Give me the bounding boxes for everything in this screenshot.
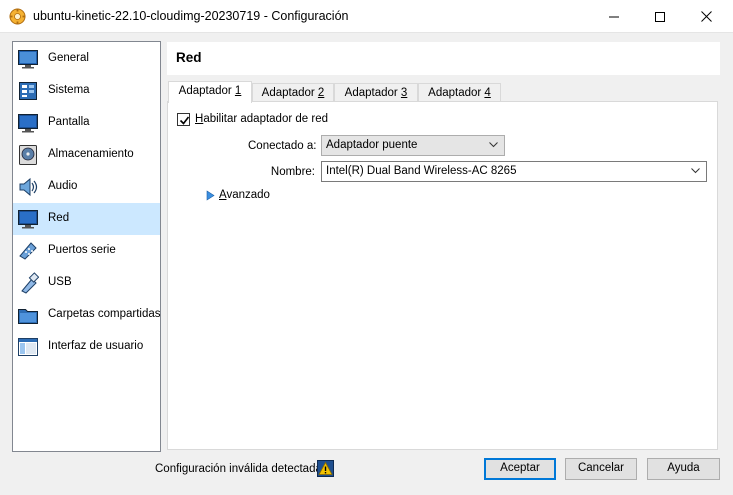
sidebar-item-user-interface[interactable]: Interfaz de usuario	[13, 331, 160, 363]
serial-ports-icon	[19, 242, 37, 260]
general-icon	[18, 50, 38, 69]
sidebar-item-label: Pantalla	[48, 116, 90, 128]
network-icon	[18, 210, 38, 229]
section-header: Red	[167, 42, 720, 75]
attached-to-label: Conectado a:	[248, 140, 317, 152]
maximize-button[interactable]	[637, 0, 683, 33]
window-title: ubuntu-kinetic-22.10-cloudimg-20230719 -…	[33, 9, 349, 23]
tab-accel: 3	[400, 87, 408, 99]
tab-accel: 4	[484, 87, 491, 99]
sidebar-item-label: Interfaz de usuario	[48, 340, 144, 352]
adapter-name-combo[interactable]: Intel(R) Dual Band Wireless-AC 8265	[321, 161, 707, 182]
help-button[interactable]: Ayuda	[647, 458, 720, 480]
name-label: Nombre:	[270, 166, 315, 178]
sidebar-item-label: Sistema	[48, 84, 90, 96]
cancel-button[interactable]: Cancelar	[565, 458, 637, 480]
tab-adapter-1[interactable]: Adaptador 1	[168, 81, 252, 103]
maximize-icon	[655, 11, 665, 22]
minimize-button[interactable]	[591, 0, 637, 33]
sidebar-item-system[interactable]: Sistema	[13, 75, 160, 107]
advanced-rest: vanzado	[226, 189, 270, 201]
sidebar-item-usb[interactable]: USB	[13, 267, 160, 299]
invalid-config-status: Configuración inválida detectada	[155, 463, 322, 475]
sidebar-item-shared-folders[interactable]: Carpetas compartidas	[13, 299, 161, 331]
advanced-toggle[interactable]: Avanzado	[219, 189, 270, 201]
tab-adapter-3[interactable]: Adaptador 3	[334, 83, 418, 103]
sidebar-item-label: USB	[48, 276, 72, 288]
sidebar-item-label: Carpetas compartidas	[48, 308, 161, 320]
adapter-name-value: Intel(R) Dual Band Wireless-AC 8265	[326, 165, 517, 177]
chevron-down-icon	[489, 142, 498, 148]
enable-adapter-label[interactable]: Habilitar adaptador de red	[195, 113, 328, 125]
checkmark-icon	[179, 116, 190, 125]
accept-button[interactable]: Aceptar	[484, 458, 556, 480]
enable-adapter-checkbox[interactable]	[177, 113, 190, 126]
usb-icon	[21, 272, 39, 294]
attached-to-combo[interactable]: Adaptador puente	[321, 135, 505, 156]
tab-label: Adaptador	[178, 85, 235, 97]
system-icon	[19, 82, 37, 100]
sidebar-item-label: Almacenamiento	[48, 148, 134, 160]
tab-accel: 2	[317, 87, 325, 99]
page-title: Red	[176, 50, 202, 65]
enable-rest: abilitar adaptador de red	[203, 113, 328, 125]
settings-sidebar: General Sistema Pantalla Almacenamiento	[12, 41, 161, 452]
expand-arrow-icon[interactable]	[206, 190, 215, 201]
audio-icon	[19, 177, 38, 197]
tab-adapter-2[interactable]: Adaptador 2	[252, 83, 334, 103]
sidebar-item-label: Audio	[48, 180, 78, 192]
sidebar-item-audio[interactable]: Audio	[13, 171, 160, 203]
sidebar-item-display[interactable]: Pantalla	[13, 107, 160, 139]
warning-icon[interactable]	[317, 460, 334, 477]
virtualbox-app-icon	[9, 8, 26, 25]
sidebar-item-serial-ports[interactable]: Puertos serie	[13, 235, 160, 267]
sidebar-item-general[interactable]: General	[13, 43, 160, 75]
sidebar-item-storage[interactable]: Almacenamiento	[13, 139, 160, 171]
close-button[interactable]	[683, 0, 729, 33]
close-icon	[700, 11, 712, 22]
minimize-icon	[609, 16, 619, 17]
sidebar-item-label: Puertos serie	[48, 244, 116, 256]
storage-icon	[19, 145, 37, 165]
display-icon	[18, 114, 38, 133]
sidebar-item-network[interactable]: Red	[13, 203, 160, 235]
tab-label: Adaptador	[428, 87, 485, 99]
tab-accel: 1	[234, 85, 242, 97]
title-bar: ubuntu-kinetic-22.10-cloudimg-20230719 -…	[0, 0, 733, 33]
attached-to-value: Adaptador puente	[326, 139, 418, 151]
shared-folders-icon	[18, 309, 38, 324]
sidebar-item-label: General	[48, 52, 89, 64]
user-interface-icon	[18, 338, 38, 356]
sidebar-item-label: Red	[48, 212, 70, 224]
chevron-down-icon	[691, 168, 700, 174]
tab-label: Adaptador	[261, 87, 318, 99]
tab-adapter-4[interactable]: Adaptador 4	[418, 83, 501, 103]
tab-label: Adaptador	[344, 87, 401, 99]
